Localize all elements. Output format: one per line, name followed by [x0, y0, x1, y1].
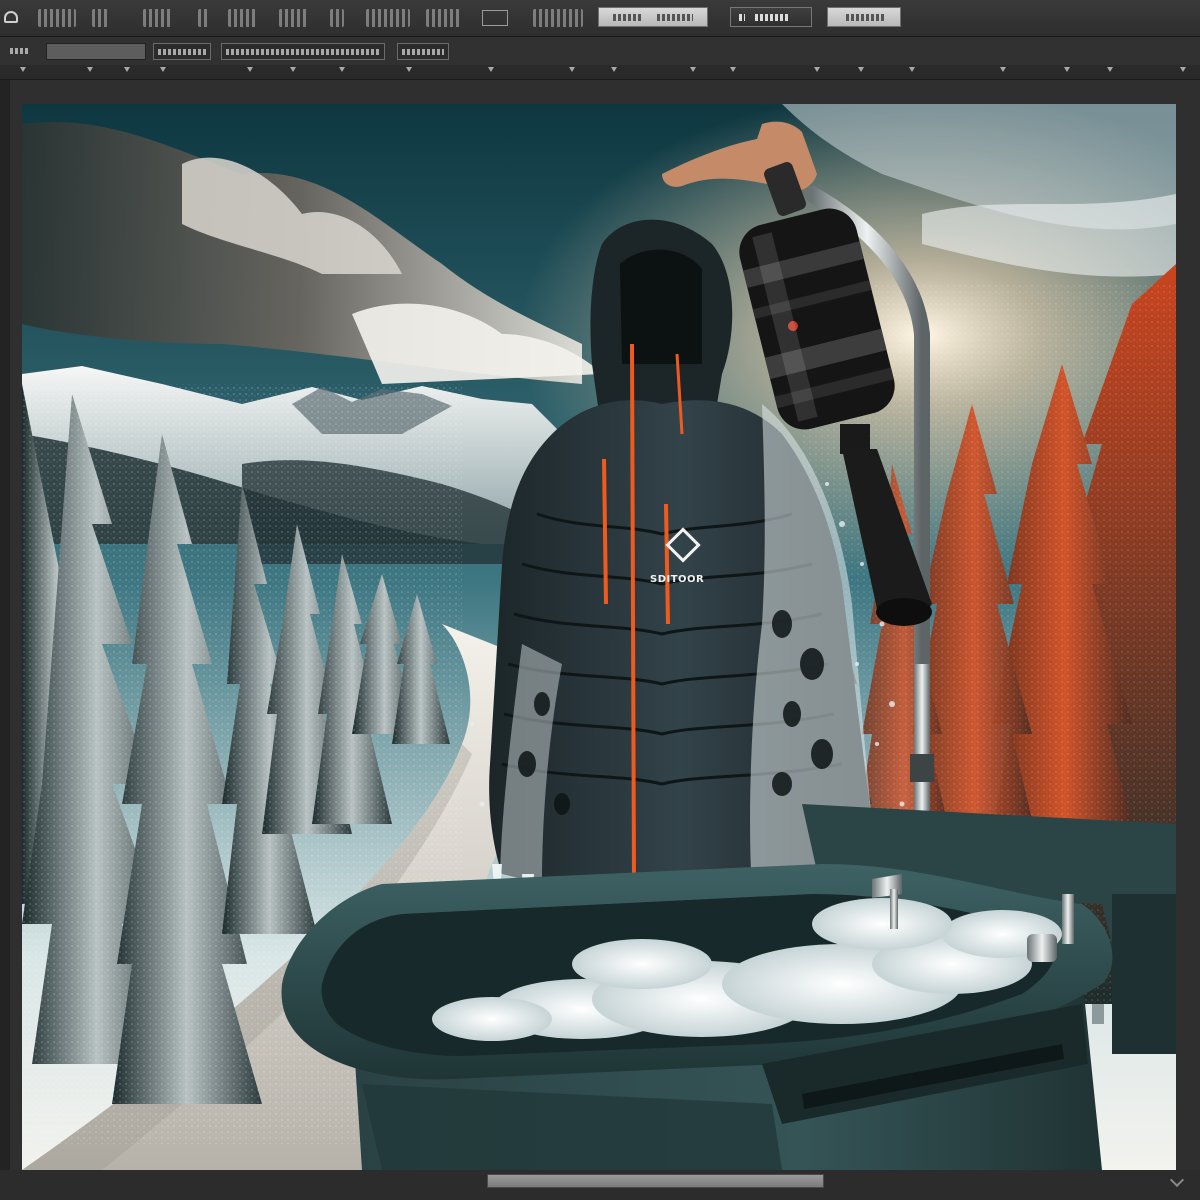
ruler-tick [1064, 67, 1070, 74]
options-value-field[interactable] [46, 43, 146, 60]
ruler-tick [909, 67, 915, 74]
ruler-tick [858, 67, 864, 74]
ruler-tick [1180, 67, 1186, 74]
ruler-tick [690, 67, 696, 74]
ruler-tick [124, 67, 130, 74]
options-label-3[interactable] [397, 43, 449, 60]
ruler-tick [87, 67, 93, 74]
menu-item-7[interactable] [330, 9, 344, 27]
ruler-tick [730, 67, 736, 74]
menu-item-1[interactable] [38, 9, 76, 27]
image-editor-window: SDITOOR [0, 0, 1200, 1200]
menu-item-10[interactable] [533, 9, 583, 27]
jacket-logo-text: SDITOOR [650, 574, 704, 585]
ruler-tick [160, 67, 166, 74]
options-label-1[interactable] [153, 43, 211, 60]
ruler-tick [1000, 67, 1006, 74]
scrollbar-thumb[interactable] [487, 1174, 824, 1188]
menu-item-4[interactable] [198, 9, 210, 27]
options-bar [0, 37, 1200, 65]
menu-item-5[interactable] [228, 9, 256, 27]
workspace: SDITOOR [0, 80, 1200, 1170]
toolbar-button-1[interactable] [598, 7, 708, 27]
ruler-tick [406, 67, 412, 74]
menu-item-8[interactable] [366, 9, 410, 27]
menu-item-9[interactable] [426, 9, 462, 27]
ruler-tick [1107, 67, 1113, 74]
toolbar-button-2[interactable] [730, 7, 812, 27]
menu-item-6[interactable] [279, 9, 309, 27]
ruler-tick [290, 67, 296, 74]
menu-bar [0, 0, 1200, 37]
options-tool-icon[interactable] [6, 43, 36, 60]
ruler-tick [814, 67, 820, 74]
ruler-tick [569, 67, 575, 74]
horizontal-scrollbar[interactable] [0, 1170, 1200, 1200]
menu-item-2[interactable] [92, 9, 110, 27]
ruler-tick [611, 67, 617, 74]
resize-grip-icon[interactable] [1169, 1172, 1185, 1188]
ruler-tick [247, 67, 253, 74]
menu-item-3[interactable] [143, 9, 173, 27]
ruler-tick [339, 67, 345, 74]
toolbar-button-3[interactable] [827, 7, 901, 27]
options-label-2[interactable] [221, 43, 385, 60]
canvas-image[interactable]: SDITOOR [22, 104, 1176, 1170]
ruler-tick [20, 67, 26, 74]
horizontal-ruler [0, 65, 1200, 80]
ruler-tick [488, 67, 494, 74]
mode-toggle[interactable] [482, 10, 508, 26]
app-logo-icon[interactable] [4, 11, 18, 23]
vertical-scrollbar[interactable] [0, 80, 10, 1170]
